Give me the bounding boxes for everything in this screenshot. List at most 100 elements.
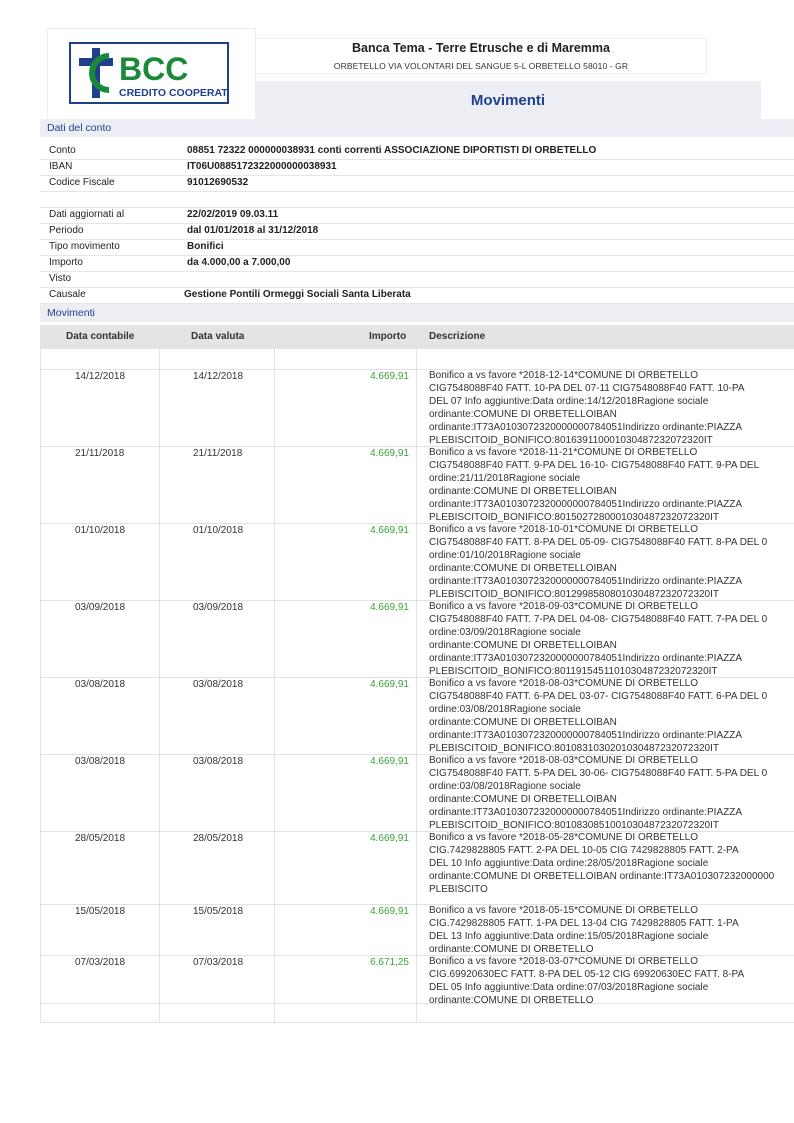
cell-date-accounting: 15/05/2018 (75, 906, 126, 917)
cell-amount: 4.669,91 (370, 602, 409, 613)
description-line: ordinante:COMUNE DI ORBETELLOIBAN (429, 793, 617, 805)
description-line: DEL 13 Info aggiuntive:Data ordine:15/05… (429, 930, 709, 942)
description-line: CIG.7429828805 FATT. 2-PA DEL 10-05 CIG … (429, 844, 739, 856)
logo-subtitle: CREDITO COOPERATIVO (119, 87, 229, 99)
account-info-label: Conto (49, 145, 76, 156)
account-info-label: Importo (49, 257, 83, 268)
description-line: ordine:01/10/2018Ragione sociale (429, 549, 581, 561)
cell-date-value: 15/05/2018 (193, 906, 244, 917)
description-line: ordine:03/09/2018Ragione sociale (429, 626, 581, 638)
description-line: Bonifico a vs favore *2018-09-03*COMUNE … (429, 601, 698, 612)
account-section-header: Dati del conto (40, 119, 794, 137)
cell-description: Bonifico a vs favore *2018-08-03*COMUNE … (429, 678, 794, 755)
description-line: CIG7548088F40 FATT. 6-PA DEL 03-07- CIG7… (429, 690, 768, 702)
account-info-value: Gestione Pontili Ormeggi Sociali Santa L… (184, 289, 411, 300)
cell-date-accounting: 21/11/2018 (75, 448, 125, 459)
cell-amount: 6.671,25 (370, 957, 409, 968)
description-line: ordine:03/08/2018Ragione sociale (429, 780, 581, 792)
cell-date-accounting: 01/10/2018 (75, 525, 126, 536)
cell-description: Bonifico a vs favore *2018-09-03*COMUNE … (429, 601, 794, 678)
account-info-value: dal 01/01/2018 al 31/12/2018 (187, 225, 319, 236)
account-info-value: 91012690532 (187, 177, 249, 188)
account-info-row: Causale Gestione Pontili Ormeggi Sociali … (40, 287, 794, 304)
column-divider (159, 349, 160, 1023)
bcc-logo: BCC CREDITO COOPERATIVO (69, 42, 229, 104)
account-info-label: Causale (49, 289, 86, 300)
account-info-label: Tipo movimento (49, 241, 120, 252)
cell-amount: 4.669,91 (370, 525, 409, 536)
description-line: ordinante:IT73A0103072320000000784051Ind… (429, 575, 743, 587)
description-line: CIG7548088F40 FATT. 7-PA DEL 04-08- CIG7… (429, 613, 768, 625)
account-info-row: Tipo movimento Bonifici (40, 239, 794, 256)
column-header-date-accounting: Data contabile (66, 331, 135, 342)
cell-date-value: 03/08/2018 (193, 679, 244, 690)
description-line: ordinante:IT73A0103072320000000784051Ind… (429, 421, 743, 433)
description-line: DEL 05 Info aggiuntive:Data ordine:07/03… (429, 981, 709, 993)
cell-date-value: 01/10/2018 (193, 525, 244, 536)
description-line: Bonifico a vs favore *2018-10-01*COMUNE … (429, 524, 698, 535)
cell-amount: 4.669,91 (370, 906, 409, 917)
account-info-value: 22/02/2019 09.03.11 (187, 209, 279, 220)
description-line: DEL 10 Info aggiuntive:Data ordine:28/05… (429, 857, 709, 869)
account-info-row (40, 191, 794, 208)
account-info-label: Codice Fiscale (49, 177, 115, 188)
table-border-bottom (40, 1022, 794, 1023)
cell-amount: 4.669,91 (370, 679, 409, 690)
cell-amount: 4.669,91 (370, 448, 409, 459)
description-line: ordinante:IT73A0103072320000000784051Ind… (429, 806, 743, 818)
description-line: ordine:21/11/2018Ragione sociale (429, 472, 581, 484)
account-info-value: da 4.000,00 a 7.000,00 (187, 257, 291, 268)
description-line: CIG7548088F40 FATT. 5-PA DEL 30-06- CIG7… (429, 767, 768, 779)
column-header-description: Descrizione (429, 331, 486, 342)
cell-description: Bonifico a vs favore *2018-05-28*COMUNE … (429, 832, 794, 897)
cell-description: Bonifico a vs favore *2018-03-07*COMUNE … (429, 956, 794, 1008)
description-line: Bonifico a vs favore *2018-08-03*COMUNE … (429, 678, 698, 689)
title-bar: Movimenti (255, 81, 761, 119)
description-line: CIG7548088F40 FATT. 8-PA DEL 05-09- CIG7… (429, 536, 768, 548)
cell-date-accounting: 07/03/2018 (75, 957, 126, 968)
logo-text: BCC (119, 51, 188, 87)
movements-section-header: Movimenti (40, 304, 794, 322)
bank-address: ORBETELLO VIA VOLONTARI DEL SANGUE 5-L O… (333, 61, 629, 71)
account-info-row: Conto 08851 72322 000000038931 conti corr… (40, 143, 794, 160)
cell-description: Bonifico a vs favore *2018-10-01*COMUNE … (429, 524, 794, 601)
description-line: ordinante:COMUNE DI ORBETELLOIBAN (429, 408, 617, 420)
cell-date-value: 03/09/2018 (193, 602, 244, 613)
account-info-row: IBAN IT06U0885172322000000038931 (40, 159, 794, 176)
table-border-left (40, 349, 41, 1023)
column-divider (274, 349, 275, 1023)
column-header-amount: Importo (369, 331, 407, 342)
cell-date-accounting: 28/05/2018 (75, 833, 126, 844)
description-line: ordinante:IT73A0103072320000000784051Ind… (429, 729, 743, 741)
row-divider (40, 1003, 794, 1004)
account-info-row: Visto (40, 271, 794, 288)
description-line: CIG.7429828805 FATT. 1-PA DEL 13-04 CIG … (429, 917, 739, 929)
cell-date-accounting: 03/09/2018 (75, 602, 126, 613)
account-info-label: Dati aggiornati al (49, 209, 125, 220)
logo-box: BCC CREDITO COOPERATIVO (47, 28, 256, 120)
movements-section-title: Movimenti (47, 307, 95, 319)
description-line: PLEBISCITO (429, 883, 488, 895)
description-line: ordinante:IT73A0103072320000000784051Ind… (429, 652, 743, 664)
cell-amount: 4.669,91 (370, 756, 409, 767)
account-info-row: Dati aggiornati al 22/02/2019 09.03.11 (40, 207, 794, 224)
cell-date-accounting: 03/08/2018 (75, 756, 126, 767)
column-divider (416, 349, 417, 1023)
description-line: CIG7548088F40 FATT. 9-PA DEL 16-10- CIG7… (429, 459, 760, 471)
account-info-value: IT06U0885172322000000038931 (187, 161, 337, 172)
account-info-row: Periodo dal 01/01/2018 al 31/12/2018 (40, 223, 794, 240)
description-line: ordinante:COMUNE DI ORBETELLOIBAN (429, 485, 617, 497)
bank-header: Banca Tema - Terre Etrusche e di Maremma… (255, 38, 707, 74)
account-info-value: 08851 72322 000000038931 conti correnti … (187, 145, 597, 156)
description-line: Bonifico a vs favore *2018-03-07*COMUNE … (429, 956, 698, 967)
cell-description: Bonifico a vs favore *2018-05-15*COMUNE … (429, 905, 794, 957)
description-line: DEL 07 Info aggiuntive:Data ordine:14/12… (429, 395, 709, 407)
cell-amount: 4.669,91 (370, 833, 409, 844)
description-line: ordinante:COMUNE DI ORBETELLOIBAN ordina… (429, 870, 775, 882)
account-info-row: Importo da 4.000,00 a 7.000,00 (40, 255, 794, 272)
account-info-label: Visto (49, 273, 72, 284)
description-line: Bonifico a vs favore *2018-11-21*COMUNE … (429, 447, 698, 458)
description-line: Bonifico a vs favore *2018-12-14*COMUNE … (429, 370, 698, 381)
cell-date-value: 28/05/2018 (193, 833, 244, 844)
page-title: Movimenti (470, 92, 546, 109)
